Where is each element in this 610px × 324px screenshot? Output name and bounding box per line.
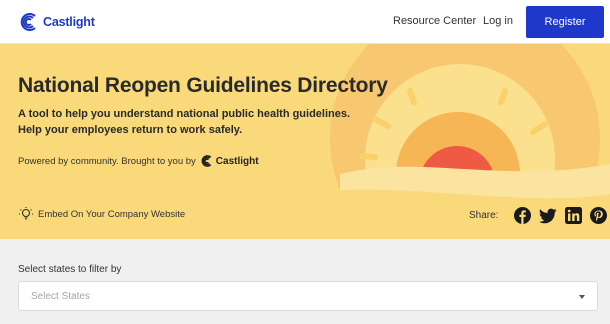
states-select[interactable]: Select States — [18, 281, 598, 311]
castlight-mark-icon — [201, 155, 212, 167]
castlight-mini-logo[interactable]: Castlight — [200, 154, 259, 168]
powered-by-text: Powered by community. Brought to you by — [18, 155, 196, 167]
lightbulb-icon — [19, 207, 33, 220]
hero-subtitle: A tool to help you understand national p… — [18, 106, 378, 138]
facebook-icon[interactable] — [514, 207, 532, 224]
hero-banner: National Reopen Guidelines Directory A t… — [0, 44, 610, 239]
subtitle-line-1: A tool to help you understand national p… — [18, 108, 351, 120]
share-label: Share: — [469, 210, 499, 221]
twitter-icon[interactable] — [539, 208, 557, 224]
embed-label: Embed On Your Company Website — [38, 208, 186, 220]
top-nav: Castlight Resource Center Log in Registe… — [0, 0, 610, 44]
states-select-placeholder: Select States — [31, 291, 90, 302]
castlight-logo[interactable]: Castlight — [18, 11, 95, 33]
powered-brand-name: Castlight — [215, 155, 259, 167]
brand-name: Castlight — [43, 15, 95, 29]
register-button[interactable]: Register — [526, 6, 604, 38]
castlight-mark-icon — [20, 13, 36, 31]
embed-link[interactable]: Embed On Your Company Website — [18, 206, 185, 222]
linkedin-icon[interactable] — [565, 207, 583, 224]
subtitle-line-2: Help your employees return to work safel… — [18, 124, 243, 136]
login-link[interactable]: Log in — [483, 15, 513, 27]
chevron-down-icon — [579, 295, 585, 299]
filter-label: Select states to filter by — [18, 264, 122, 275]
pinterest-icon[interactable] — [590, 207, 608, 224]
page-title: National Reopen Guidelines Directory — [18, 74, 388, 97]
powered-by: Powered by community. Brought to you by … — [18, 154, 259, 168]
share-bar: Share: — [469, 207, 608, 224]
filter-section: Select states to filter by Select States — [0, 239, 610, 324]
resource-center-link[interactable]: Resource Center — [393, 15, 476, 27]
